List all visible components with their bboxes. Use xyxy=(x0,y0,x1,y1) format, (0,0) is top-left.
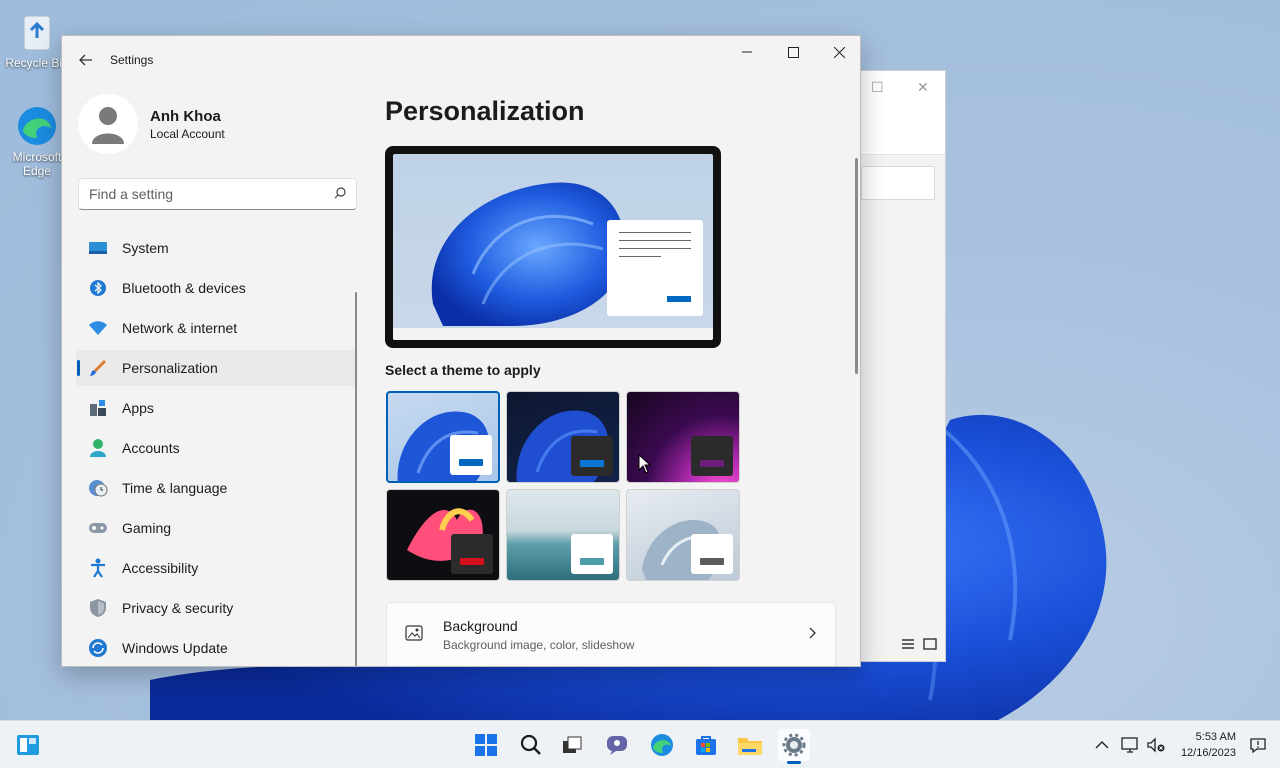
widgets-icon[interactable] xyxy=(12,729,44,761)
sidebar-item-personalization[interactable]: Personalization xyxy=(76,350,356,386)
sidebar-item-gaming[interactable]: Gaming xyxy=(76,510,356,546)
sidebar-item-label: Gaming xyxy=(122,520,172,536)
sidebar-item-system[interactable]: System xyxy=(76,230,356,266)
bluetooth-icon xyxy=(88,278,108,298)
theme-captured-motion[interactable] xyxy=(386,489,500,581)
accounts-icon xyxy=(88,438,108,458)
file-explorer-icon[interactable] xyxy=(734,729,766,761)
settings-icon[interactable] xyxy=(778,729,810,764)
sidebar-item-label: Personalization xyxy=(122,360,218,376)
notifications-icon[interactable] xyxy=(1242,729,1274,761)
theme-windows-dark[interactable] xyxy=(506,391,620,483)
main-content: Personalization Select a theme to apply … xyxy=(385,84,855,666)
card-subtitle: Background image, color, slideshow xyxy=(443,638,635,652)
sidebar-item-label: Network & internet xyxy=(122,320,238,336)
volume-muted-icon[interactable] xyxy=(1140,729,1172,761)
system-clock[interactable]: 5:53 AM 12/16/2023 xyxy=(1181,729,1236,761)
preview-taskbar xyxy=(393,328,713,340)
sidebar-item-label: Bluetooth & devices xyxy=(122,280,246,296)
apps-icon xyxy=(88,398,108,418)
chat-icon[interactable] xyxy=(602,729,634,761)
sidebar-item-apps[interactable]: Apps xyxy=(76,390,356,426)
task-view-icon[interactable] xyxy=(556,729,588,761)
sidebar-item-network[interactable]: Network & internet xyxy=(76,310,356,346)
taskbar-search-icon[interactable] xyxy=(515,729,547,761)
theme-flow[interactable] xyxy=(626,489,740,581)
settings-window: Settings Anh Khoa Local Account Find a s… xyxy=(61,35,861,667)
accessibility-icon xyxy=(88,558,108,578)
clock-time: 5:53 AM xyxy=(1195,731,1236,743)
edge-icon xyxy=(15,104,59,148)
close-icon[interactable]: ✕ xyxy=(917,79,929,96)
background-setting-card[interactable]: Background Background image, color, slid… xyxy=(386,602,836,666)
sidebar-item-label: System xyxy=(122,240,169,256)
search-placeholder: Find a setting xyxy=(89,186,174,202)
profile-name: Anh Khoa xyxy=(150,107,221,125)
sidebar: Anh Khoa Local Account Find a setting Sy… xyxy=(62,84,362,666)
sidebar-item-windows-update[interactable]: Windows Update xyxy=(76,630,356,666)
close-button[interactable] xyxy=(816,36,860,68)
sidebar-item-privacy-security[interactable]: Privacy & security xyxy=(76,590,356,626)
tile-view-icon[interactable] xyxy=(923,637,937,655)
card-title: Background xyxy=(443,618,518,634)
system-icon xyxy=(88,238,108,258)
page-title: Personalization xyxy=(385,96,585,126)
gamepad-icon xyxy=(88,518,108,538)
theme-window-sample xyxy=(571,436,613,476)
sidebar-item-label: Windows Update xyxy=(122,640,228,656)
minimize-button[interactable] xyxy=(724,36,770,68)
theme-windows-light[interactable] xyxy=(386,391,500,483)
start-icon[interactable] xyxy=(470,729,502,761)
theme-grid xyxy=(386,391,740,581)
preview-dialog xyxy=(607,220,703,316)
recycle-bin-icon xyxy=(15,10,59,54)
search-icon xyxy=(334,186,346,202)
window-title: Settings xyxy=(110,53,154,67)
theme-window-sample xyxy=(450,435,492,475)
edge-icon[interactable] xyxy=(646,729,678,761)
profile-account-type: Local Account xyxy=(150,126,225,141)
main-scrollbar[interactable] xyxy=(855,158,858,374)
image-icon xyxy=(405,624,423,646)
back-arrow-icon[interactable] xyxy=(62,36,110,84)
title-bar: Settings xyxy=(62,36,860,84)
maximize-icon[interactable]: ☐ xyxy=(871,79,884,96)
sidebar-item-label: Privacy & security xyxy=(122,600,234,616)
chevron-right-icon xyxy=(809,626,817,644)
background-window-field[interactable] xyxy=(861,166,935,200)
sidebar-item-label: Time & language xyxy=(122,480,228,496)
theme-window-sample xyxy=(691,534,733,574)
store-icon[interactable] xyxy=(690,729,722,761)
sidebar-item-accessibility[interactable]: Accessibility xyxy=(76,550,356,586)
user-profile[interactable]: Anh Khoa Local Account xyxy=(62,84,362,164)
avatar xyxy=(78,94,138,154)
update-icon xyxy=(88,638,108,658)
theme-sunrise[interactable] xyxy=(506,489,620,581)
sidebar-item-time-language[interactable]: Time & language xyxy=(76,470,356,506)
maximize-button[interactable] xyxy=(770,36,816,68)
sidebar-nav: System Bluetooth & devices Network & int… xyxy=(76,230,356,666)
themes-heading: Select a theme to apply xyxy=(385,362,541,378)
list-view-icon[interactable] xyxy=(901,637,915,655)
sidebar-scrollbar[interactable] xyxy=(355,292,357,666)
sidebar-item-accounts[interactable]: Accounts xyxy=(76,430,356,466)
theme-window-sample xyxy=(571,534,613,574)
theme-window-sample xyxy=(691,436,733,476)
theme-preview xyxy=(385,146,721,348)
sidebar-item-label: Accessibility xyxy=(122,560,199,576)
clock-date: 12/16/2023 xyxy=(1180,747,1236,759)
shield-icon xyxy=(88,598,108,618)
taskbar: 5:53 AM 12/16/2023 xyxy=(0,720,1280,768)
theme-window-sample xyxy=(451,534,493,574)
search-input[interactable]: Find a setting xyxy=(78,178,357,210)
sidebar-item-bluetooth[interactable]: Bluetooth & devices xyxy=(76,270,356,306)
network-icon xyxy=(88,318,108,338)
mouse-cursor-icon xyxy=(638,454,652,474)
sidebar-item-label: Apps xyxy=(122,400,154,416)
brush-icon xyxy=(88,358,108,378)
sidebar-item-label: Accounts xyxy=(122,440,180,456)
clock-globe-icon xyxy=(88,478,108,498)
